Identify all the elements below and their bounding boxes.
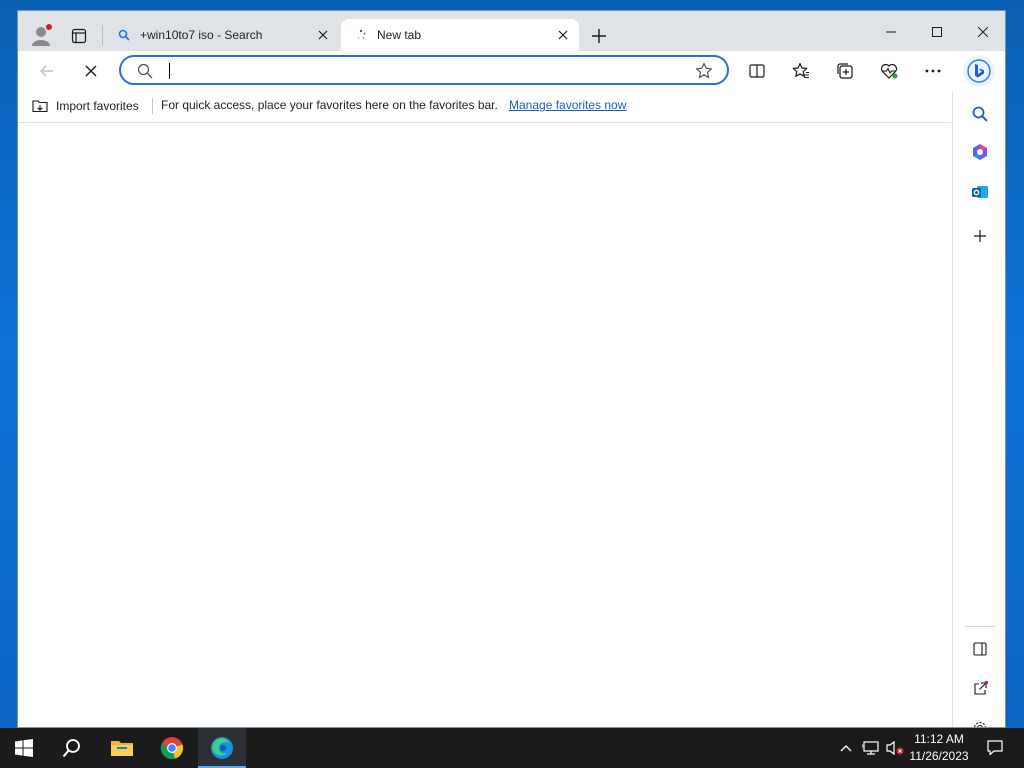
back-button[interactable] bbox=[34, 58, 60, 84]
volume-muted-icon bbox=[886, 740, 904, 756]
tab-label: +win10to7 iso - Search bbox=[140, 28, 263, 42]
more-button[interactable] bbox=[920, 58, 946, 84]
address-input[interactable] bbox=[167, 61, 671, 83]
edge-window: +win10to7 iso - Search New tab Import fa… bbox=[17, 10, 1006, 728]
network-icon bbox=[862, 741, 879, 755]
chevron-up-icon bbox=[840, 745, 852, 752]
sidebar-search-button[interactable] bbox=[967, 101, 993, 127]
clock-date: 11/26/2023 bbox=[909, 749, 969, 763]
sidebar-microsoft365-button[interactable] bbox=[967, 139, 993, 165]
close-window-button[interactable] bbox=[960, 17, 1005, 47]
notification-center-button[interactable] bbox=[980, 728, 1010, 768]
copilot-icon bbox=[967, 59, 991, 83]
microsoft365-icon bbox=[973, 144, 987, 160]
maximize-icon bbox=[932, 27, 942, 37]
clock-time: 11:12 AM bbox=[914, 732, 964, 746]
browser-essentials-button[interactable] bbox=[876, 58, 902, 84]
new-tab-button[interactable] bbox=[586, 23, 612, 49]
open-external-icon bbox=[974, 681, 988, 695]
add-icon bbox=[974, 230, 986, 242]
tab-actions-icon bbox=[71, 28, 87, 44]
favorites-button[interactable] bbox=[788, 58, 814, 84]
import-favorites-label: Import favorites bbox=[56, 99, 139, 113]
sidebar-panel-button[interactable] bbox=[967, 636, 993, 662]
split-screen-icon bbox=[749, 64, 765, 78]
search-icon bbox=[62, 739, 80, 758]
start-icon bbox=[15, 739, 33, 757]
search-icon bbox=[137, 63, 153, 79]
tab-new-tab[interactable]: New tab bbox=[341, 19, 579, 51]
import-favorites-button[interactable]: Import favorites bbox=[32, 97, 139, 115]
notification-icon bbox=[987, 740, 1003, 756]
taskbar-search-button[interactable] bbox=[48, 728, 96, 768]
minimize-icon bbox=[886, 31, 896, 33]
favorites-separator bbox=[152, 98, 153, 114]
profile-avatar-icon bbox=[32, 24, 52, 46]
search-icon bbox=[116, 27, 132, 43]
edge-icon bbox=[211, 737, 233, 759]
more-icon bbox=[925, 69, 941, 73]
tab-close-icon[interactable] bbox=[313, 25, 333, 45]
sidebar-settings-button[interactable] bbox=[967, 715, 993, 727]
browser-essentials-icon bbox=[880, 63, 898, 79]
close-icon bbox=[978, 27, 988, 37]
sidebar-outlook-button[interactable] bbox=[967, 179, 993, 205]
tab-actions-button[interactable] bbox=[66, 23, 92, 49]
taskbar-chrome[interactable] bbox=[148, 728, 196, 768]
stop-loading-button[interactable] bbox=[78, 58, 104, 84]
plus-icon bbox=[592, 29, 606, 43]
chrome-icon bbox=[160, 737, 184, 760]
outlook-icon bbox=[972, 186, 988, 198]
text-caret bbox=[169, 63, 170, 79]
back-icon bbox=[40, 65, 53, 77]
maximize-button[interactable] bbox=[914, 17, 960, 47]
sidebar-divider bbox=[965, 626, 995, 627]
address-bar[interactable] bbox=[119, 55, 729, 85]
sidebar-add-button[interactable] bbox=[967, 223, 993, 249]
tab-close-icon[interactable] bbox=[553, 25, 573, 45]
windows-taskbar: 11:12 AM 11/26/2023 bbox=[0, 728, 1024, 768]
tab-search[interactable]: +win10to7 iso - Search bbox=[104, 19, 339, 51]
stop-loading-icon bbox=[85, 65, 97, 77]
favorite-star-icon[interactable] bbox=[695, 62, 713, 80]
tab-label: New tab bbox=[377, 28, 422, 42]
collections-icon bbox=[837, 63, 853, 79]
panel-icon bbox=[973, 642, 987, 656]
start-button[interactable] bbox=[0, 728, 48, 768]
taskbar-file-explorer[interactable] bbox=[98, 728, 146, 768]
navigation-toolbar bbox=[18, 51, 1005, 91]
file-explorer-icon bbox=[111, 741, 133, 756]
network-status-button[interactable] bbox=[860, 728, 882, 768]
taskbar-edge[interactable] bbox=[198, 728, 246, 768]
profile-button[interactable] bbox=[26, 21, 56, 51]
favorites-icon bbox=[792, 62, 809, 79]
search-icon bbox=[972, 106, 988, 122]
tab-strip: +win10to7 iso - Search New tab bbox=[18, 11, 1005, 51]
favorites-bar: Import favorites For quick access, place… bbox=[18, 91, 951, 123]
page-content bbox=[18, 123, 951, 727]
sidebar-open-external-button[interactable] bbox=[967, 676, 993, 702]
show-hidden-icons-button[interactable] bbox=[836, 728, 856, 768]
loading-spinner-icon bbox=[353, 27, 369, 43]
tab-separator bbox=[102, 25, 103, 45]
minimize-button[interactable] bbox=[868, 17, 914, 47]
volume-button[interactable] bbox=[884, 728, 906, 768]
copilot-button[interactable] bbox=[963, 55, 995, 87]
manage-favorites-link[interactable]: Manage favorites now bbox=[509, 98, 626, 112]
system-clock[interactable]: 11:12 AM 11/26/2023 bbox=[906, 731, 972, 765]
edge-sidebar bbox=[952, 91, 1005, 727]
collections-button[interactable] bbox=[832, 58, 858, 84]
import-favorites-icon bbox=[32, 100, 48, 113]
split-screen-button[interactable] bbox=[744, 58, 770, 84]
settings-icon bbox=[974, 721, 986, 727]
favorites-hint-text: For quick access, place your favorites h… bbox=[161, 98, 498, 112]
